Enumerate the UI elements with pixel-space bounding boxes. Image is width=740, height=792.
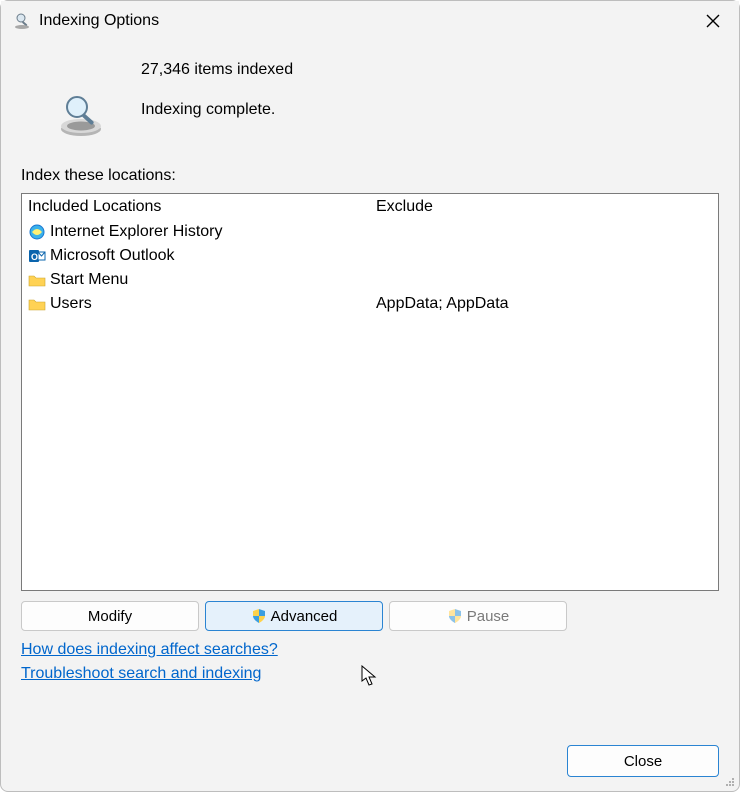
action-buttons: Modify Advanced Pause	[21, 601, 719, 631]
troubleshoot-link[interactable]: Troubleshoot search and indexing	[21, 665, 261, 683]
close-icon[interactable]	[699, 7, 727, 35]
help-link[interactable]: How does indexing affect searches?	[21, 641, 278, 659]
close-button[interactable]: Close	[567, 745, 719, 777]
list-item[interactable]: Internet Explorer History	[28, 220, 364, 244]
exclude-value: AppData; AppData	[376, 292, 712, 316]
location-name: Microsoft Outlook	[50, 247, 174, 265]
outlook-icon: O	[28, 247, 46, 265]
indexing-options-icon	[13, 12, 31, 30]
help-links: How does indexing affect searches? Troub…	[21, 641, 719, 689]
magnifier-drive-icon	[57, 91, 105, 139]
advanced-button[interactable]: Advanced	[205, 601, 383, 631]
uac-shield-icon	[447, 608, 463, 624]
svg-text:O: O	[31, 252, 38, 262]
folder-icon	[28, 295, 46, 313]
items-indexed-count: 27,346 items indexed	[141, 61, 719, 79]
pause-button: Pause	[389, 601, 567, 631]
pause-label: Pause	[467, 608, 510, 625]
included-locations-header: Included Locations	[28, 196, 364, 220]
indexing-status: Indexing complete.	[141, 101, 719, 119]
status-header: 27,346 items indexed Indexing complete.	[1, 41, 739, 149]
locations-listbox[interactable]: Included Locations Internet Explorer His…	[21, 193, 719, 591]
exclude-value	[376, 268, 712, 292]
modify-button[interactable]: Modify	[21, 601, 199, 631]
list-item[interactable]: O Microsoft Outlook	[28, 244, 364, 268]
location-name: Start Menu	[50, 271, 128, 289]
list-item[interactable]: Start Menu	[28, 268, 364, 292]
uac-shield-icon	[251, 608, 267, 624]
window-title: Indexing Options	[39, 12, 699, 30]
location-name: Users	[50, 295, 92, 313]
exclude-value	[376, 220, 712, 244]
exclude-header: Exclude	[376, 196, 712, 220]
resize-grip[interactable]	[722, 774, 736, 788]
indexing-options-dialog: Indexing Options 27,346 items indexed In…	[0, 0, 740, 792]
advanced-label: Advanced	[271, 608, 338, 625]
ie-icon	[28, 223, 46, 241]
titlebar: Indexing Options	[1, 1, 739, 41]
location-name: Internet Explorer History	[50, 223, 223, 241]
exclude-value	[376, 244, 712, 268]
folder-icon	[28, 271, 46, 289]
list-item[interactable]: Users	[28, 292, 364, 316]
index-locations-label: Index these locations:	[1, 149, 739, 193]
